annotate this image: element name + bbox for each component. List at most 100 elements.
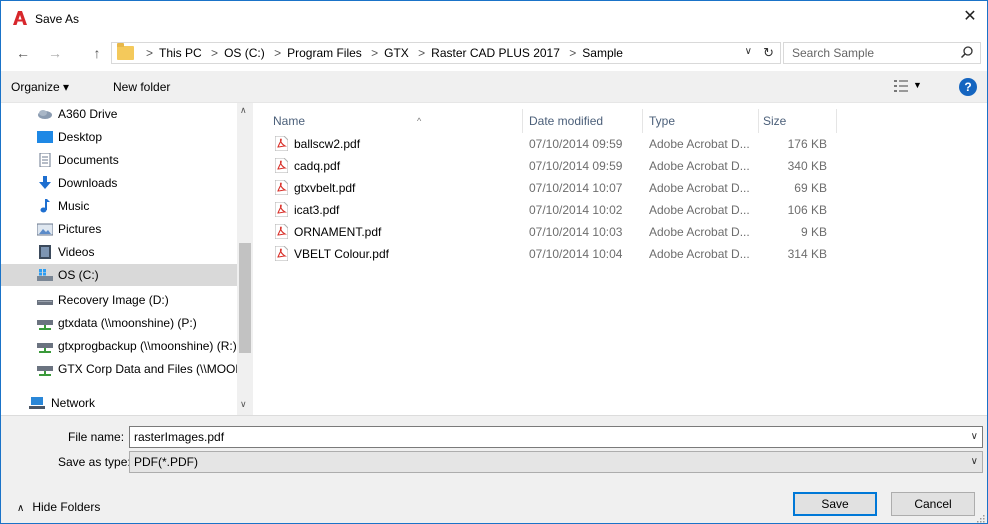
sidebar-item-desktop[interactable]: Desktop — [1, 126, 237, 148]
view-dropdown-icon[interactable]: ▼ — [913, 80, 922, 90]
file-row[interactable]: icat3.pdf 07/10/2014 10:02 Adobe Acrobat… — [273, 199, 843, 221]
music-icon — [40, 199, 50, 213]
file-size: 340 KB — [787, 159, 827, 173]
pdf-file-icon — [275, 224, 288, 239]
hide-folders-label: Hide Folders — [32, 500, 101, 514]
scroll-up-icon[interactable]: ∧ — [240, 105, 247, 116]
file-type: Adobe Acrobat D... — [649, 181, 750, 195]
refresh-icon[interactable]: ↻ — [763, 45, 774, 61]
drive-icon — [37, 300, 53, 305]
autocad-logo-icon — [13, 11, 27, 25]
network-drive-icon — [37, 343, 53, 353]
column-header-label: Name — [273, 114, 306, 128]
address-dropdown-icon[interactable]: ∨ — [745, 46, 752, 57]
file-row[interactable]: gtxvbelt.pdf 07/10/2014 10:07 Adobe Acro… — [273, 177, 843, 199]
network-drive-icon — [37, 320, 53, 330]
column-header-type[interactable]: Type — [649, 109, 759, 133]
column-header-date[interactable]: Date modified — [529, 109, 643, 133]
back-button[interactable]: ← — [13, 43, 33, 63]
file-date: 07/10/2014 10:03 — [529, 225, 623, 239]
hide-folders-button[interactable]: ∧ Hide Folders — [17, 500, 100, 514]
pdf-file-icon — [275, 136, 288, 151]
breadcrumb-separator: > — [146, 46, 154, 60]
sort-ascending-icon: ^ — [417, 116, 422, 126]
resize-grip-icon[interactable] — [975, 513, 985, 523]
breadcrumb-item[interactable]: Program Files — [287, 46, 362, 60]
pictures-icon — [37, 223, 53, 236]
documents-icon — [39, 153, 51, 167]
breadcrumb-item[interactable]: OS (C:) — [224, 46, 265, 60]
search-icon[interactable] — [960, 45, 974, 59]
sidebar-item-gtxdata[interactable]: gtxdata (\\moonshine) (P:) — [1, 312, 237, 334]
network-drive-icon — [37, 366, 53, 376]
file-row[interactable]: ballscw2.pdf 07/10/2014 09:59 Adobe Acro… — [273, 133, 843, 155]
file-list: Name ^ Date modified Type Size ballscw2.… — [253, 103, 987, 415]
close-button[interactable]: ✕ — [953, 1, 987, 33]
save-type-dropdown-icon[interactable]: ∨ — [971, 456, 978, 467]
save-type-label: Save as type: — [58, 455, 131, 469]
file-date: 07/10/2014 10:07 — [529, 181, 623, 195]
file-name: icat3.pdf — [294, 203, 340, 217]
sidebar-item-label: Recovery Image (D:) — [58, 293, 169, 307]
breadcrumb-item[interactable]: Raster CAD PLUS 2017 — [431, 46, 560, 60]
file-name-dropdown-icon[interactable]: ∨ — [971, 431, 978, 442]
sidebar-item-gtxprogbackup[interactable]: gtxprogbackup (\\moonshine) (R:) — [1, 335, 237, 357]
sidebar-item-videos[interactable]: Videos — [1, 241, 237, 263]
column-header-name[interactable]: Name ^ — [273, 109, 523, 133]
sidebar-item-downloads[interactable]: Downloads — [1, 172, 237, 194]
pdf-file-icon — [275, 158, 288, 173]
column-header-label: Size — [763, 114, 787, 128]
window-title: Save As — [35, 12, 80, 26]
sidebar-item-label: A360 Drive — [58, 107, 118, 121]
breadcrumb-item[interactable]: This PC — [159, 46, 202, 60]
scrollbar-thumb[interactable] — [239, 243, 251, 353]
file-size: 69 KB — [794, 181, 827, 195]
column-header-label: Date modified — [529, 114, 604, 128]
sidebar-item-label: Videos — [58, 245, 95, 259]
save-type-select[interactable]: PDF(*.PDF) ∨ — [129, 451, 983, 473]
new-folder-button[interactable]: New folder — [113, 80, 170, 94]
breadcrumb-item[interactable]: GTX — [384, 46, 409, 60]
help-icon[interactable]: ? — [959, 78, 977, 96]
sidebar-item-recovery-image[interactable]: Recovery Image (D:) — [1, 289, 237, 311]
pdf-file-icon — [275, 246, 288, 261]
cancel-button[interactable]: Cancel — [891, 492, 975, 516]
file-date: 07/10/2014 09:59 — [529, 137, 623, 151]
save-button[interactable]: Save — [793, 492, 877, 516]
view-options-icon[interactable] — [894, 80, 908, 92]
search-input[interactable]: Search Sample — [783, 42, 981, 64]
file-type: Adobe Acrobat D... — [649, 247, 750, 261]
sidebar-scrollbar[interactable]: ∧ ∨ — [237, 103, 253, 415]
sidebar-item-a360-drive[interactable]: A360 Drive — [1, 103, 237, 125]
sidebar-item-pictures[interactable]: Pictures — [1, 218, 237, 240]
sidebar-item-label: Downloads — [58, 176, 118, 190]
file-name-field[interactable]: ∨ — [129, 426, 983, 448]
file-row[interactable]: ORNAMENT.pdf 07/10/2014 10:03 Adobe Acro… — [273, 221, 843, 243]
address-row: ← → ↑ > This PC > OS (C:) > Program Files >… — [1, 39, 987, 67]
breadcrumb: > This PC > OS (C:) > Program Files > GTX > R… — [140, 46, 623, 60]
up-button[interactable]: ↑ — [87, 43, 107, 63]
forward-button[interactable]: → — [45, 43, 65, 63]
sidebar-item-documents[interactable]: Documents — [1, 149, 237, 171]
file-name-input[interactable] — [130, 427, 950, 447]
sidebar-item-os-c[interactable]: OS (C:) — [1, 264, 237, 286]
file-date: 07/10/2014 09:59 — [529, 159, 623, 173]
file-name: ballscw2.pdf — [294, 137, 361, 151]
file-row[interactable]: cadq.pdf 07/10/2014 09:59 Adobe Acrobat … — [273, 155, 843, 177]
breadcrumb-item[interactable]: Sample — [582, 46, 623, 60]
sidebar-item-network[interactable]: Network — [1, 392, 237, 414]
file-row[interactable]: VBELT Colour.pdf 07/10/2014 10:04 Adobe … — [273, 243, 843, 265]
sidebar-item-music[interactable]: Music — [1, 195, 237, 217]
column-header-size[interactable]: Size — [763, 109, 837, 133]
scroll-down-icon[interactable]: ∨ — [240, 399, 247, 410]
file-name: cadq.pdf — [294, 159, 341, 173]
organize-button[interactable]: Organize ▾ — [11, 80, 69, 94]
address-bar[interactable]: > This PC > OS (C:) > Program Files > GTX > R… — [111, 42, 781, 64]
file-name-label: File name: — [68, 430, 125, 444]
file-type: Adobe Acrobat D... — [649, 225, 750, 239]
sidebar-item-gtx-corp-data[interactable]: GTX Corp Data and Files (\\MOON — [1, 358, 244, 380]
file-name: ORNAMENT.pdf — [294, 225, 382, 239]
chevron-up-icon: ∧ — [17, 503, 25, 514]
file-date: 07/10/2014 10:04 — [529, 247, 623, 261]
folder-icon — [117, 43, 134, 60]
